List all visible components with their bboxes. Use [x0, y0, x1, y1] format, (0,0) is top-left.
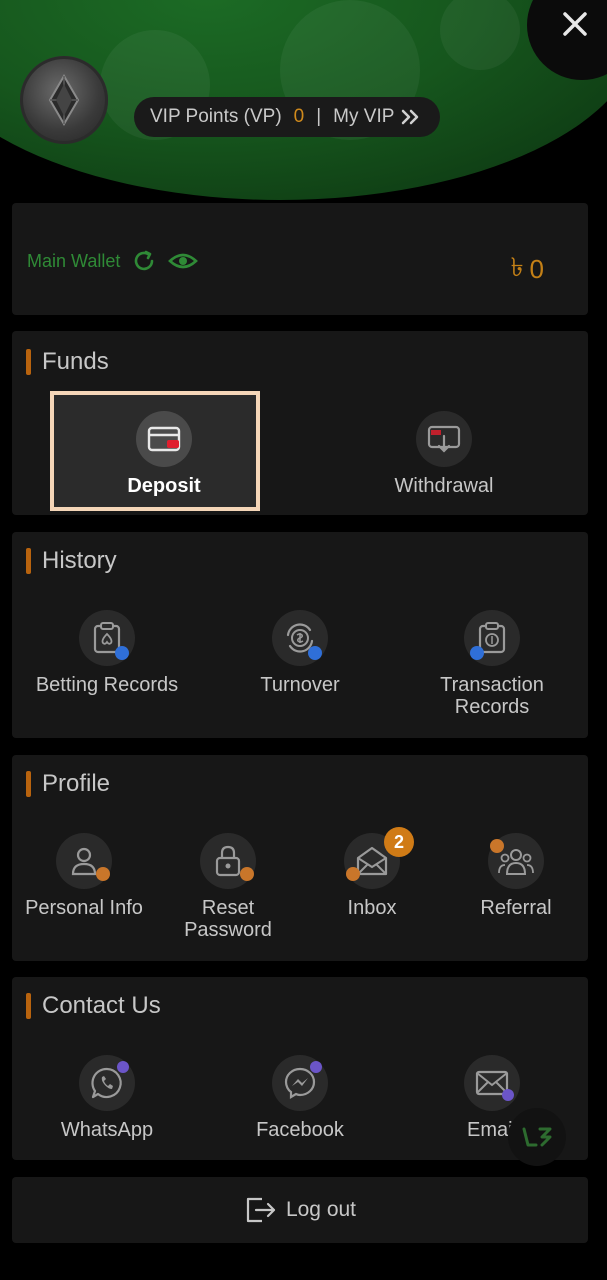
inbox-button[interactable]: 2 Inbox: [302, 827, 442, 919]
referral-icon-circle: [488, 833, 544, 889]
avatar[interactable]: [20, 56, 108, 144]
profile-title: Profile: [42, 770, 111, 797]
accent-dot: [308, 646, 322, 660]
whatsapp-label: WhatsApp: [60, 1119, 154, 1141]
betting-records-button[interactable]: Betting Records: [22, 610, 192, 696]
contact-panel: Contact Us WhatsApp Facebook Email: [12, 977, 588, 1160]
turnover-label: Turnover: [260, 674, 340, 696]
betting-records-icon-circle: [79, 610, 135, 666]
turnover-icon-circle: [272, 610, 328, 666]
facebook-button[interactable]: Facebook: [215, 1055, 385, 1141]
main-wallet-label-group: Main Wallet: [27, 249, 199, 273]
facebook-icon-circle: [272, 1055, 328, 1111]
withdrawal-card-icon: [427, 425, 461, 453]
profile-panel: Profile Personal Info Reset Password 2 I…: [12, 755, 588, 961]
whatsapp-button[interactable]: WhatsApp: [22, 1055, 192, 1141]
profile-header: VIP Points (VP) 0 | My VIP: [0, 0, 607, 200]
eye-icon[interactable]: [168, 249, 199, 273]
accent-dot: [117, 1061, 129, 1073]
logout-label: Log out: [285, 1198, 357, 1221]
my-vip-link[interactable]: My VIP: [333, 106, 422, 128]
deposit-label: Deposit: [127, 475, 201, 497]
my-vip-label: My VIP: [333, 106, 395, 127]
turnover-button[interactable]: Turnover: [215, 610, 385, 696]
accent-dot: [240, 867, 254, 881]
accent-dot: [115, 646, 129, 660]
wallet-balance: ৳ 0: [511, 247, 544, 291]
vip-points-label: VIP Points (VP): [150, 106, 282, 127]
history-section-title: History: [26, 547, 117, 575]
accent-dot: [346, 867, 360, 881]
history-panel: History Betting Records Turnover Transac…: [12, 532, 588, 738]
withdrawal-icon-circle: [416, 411, 472, 467]
transaction-records-button[interactable]: Transaction Records: [407, 610, 577, 718]
funds-section-title: Funds: [26, 348, 109, 376]
profile-section-title: Profile: [26, 770, 110, 798]
deposit-icon-circle: [136, 411, 192, 467]
transaction-records-icon-circle: [464, 610, 520, 666]
withdrawal-button[interactable]: Withdrawal: [372, 411, 516, 497]
users-group-icon: [498, 849, 534, 875]
user-icon: [71, 847, 97, 876]
contact-title: Contact Us: [42, 992, 161, 1019]
refresh-icon[interactable]: [132, 249, 156, 273]
wallet-balance-value: 0: [529, 253, 544, 284]
transaction-records-label: Transaction Records: [440, 674, 544, 718]
wallet-card-icon: [147, 426, 181, 452]
lock-icon: [215, 845, 241, 877]
reset-password-icon-circle: [200, 833, 256, 889]
vip-points-pill: VIP Points (VP) 0 | My VIP: [134, 97, 440, 137]
withdrawal-label: Withdrawal: [394, 475, 494, 497]
main-wallet-label: Main Wallet: [27, 250, 121, 271]
whatsapp-icon-circle: [79, 1055, 135, 1111]
betting-records-label: Betting Records: [35, 674, 179, 696]
section-accent-bar: [26, 548, 31, 574]
brand-logo-icon: [522, 1127, 552, 1147]
accent-dot: [470, 646, 484, 660]
double-chevron-right-icon: [402, 109, 419, 125]
envelope-open-icon: [356, 846, 388, 876]
close-button[interactable]: [557, 6, 593, 42]
section-accent-bar: [26, 771, 31, 797]
inbox-icon-circle: 2: [344, 827, 414, 889]
section-accent-bar: [26, 349, 31, 375]
separator: |: [316, 106, 322, 127]
facebook-label: Facebook: [256, 1119, 344, 1141]
contact-section-title: Contact Us: [26, 992, 161, 1020]
logout-icon: [246, 1197, 276, 1223]
inbox-unread-badge: 2: [384, 827, 414, 857]
accent-dot: [96, 867, 110, 881]
logout-button[interactable]: Log out: [12, 1177, 588, 1243]
email-icon-circle: [464, 1055, 520, 1111]
section-accent-bar: [26, 993, 31, 1019]
vip-rank-emblem-icon: [48, 74, 80, 126]
history-title: History: [42, 547, 117, 574]
funds-title: Funds: [42, 348, 109, 375]
inbox-label: Inbox: [347, 897, 397, 919]
accent-dot: [502, 1089, 514, 1101]
funds-panel: Funds Deposit Withdrawal: [12, 331, 588, 515]
main-wallet-panel: Main Wallet ৳ 0: [12, 203, 588, 315]
personal-info-button[interactable]: Personal Info: [14, 833, 154, 919]
accent-dot: [490, 839, 504, 853]
vip-points-value: 0: [293, 106, 305, 127]
currency-symbol: ৳: [510, 252, 524, 282]
reset-password-button[interactable]: Reset Password: [158, 833, 298, 941]
deposit-button[interactable]: Deposit: [92, 411, 236, 497]
reset-password-label: Reset Password: [184, 897, 272, 941]
accent-dot: [310, 1061, 322, 1073]
close-icon: [563, 12, 587, 36]
personal-info-label: Personal Info: [25, 897, 143, 919]
referral-button[interactable]: Referral: [446, 833, 586, 919]
floating-support-button[interactable]: [508, 1108, 566, 1166]
personal-info-icon-circle: [56, 833, 112, 889]
referral-label: Referral: [480, 897, 552, 919]
